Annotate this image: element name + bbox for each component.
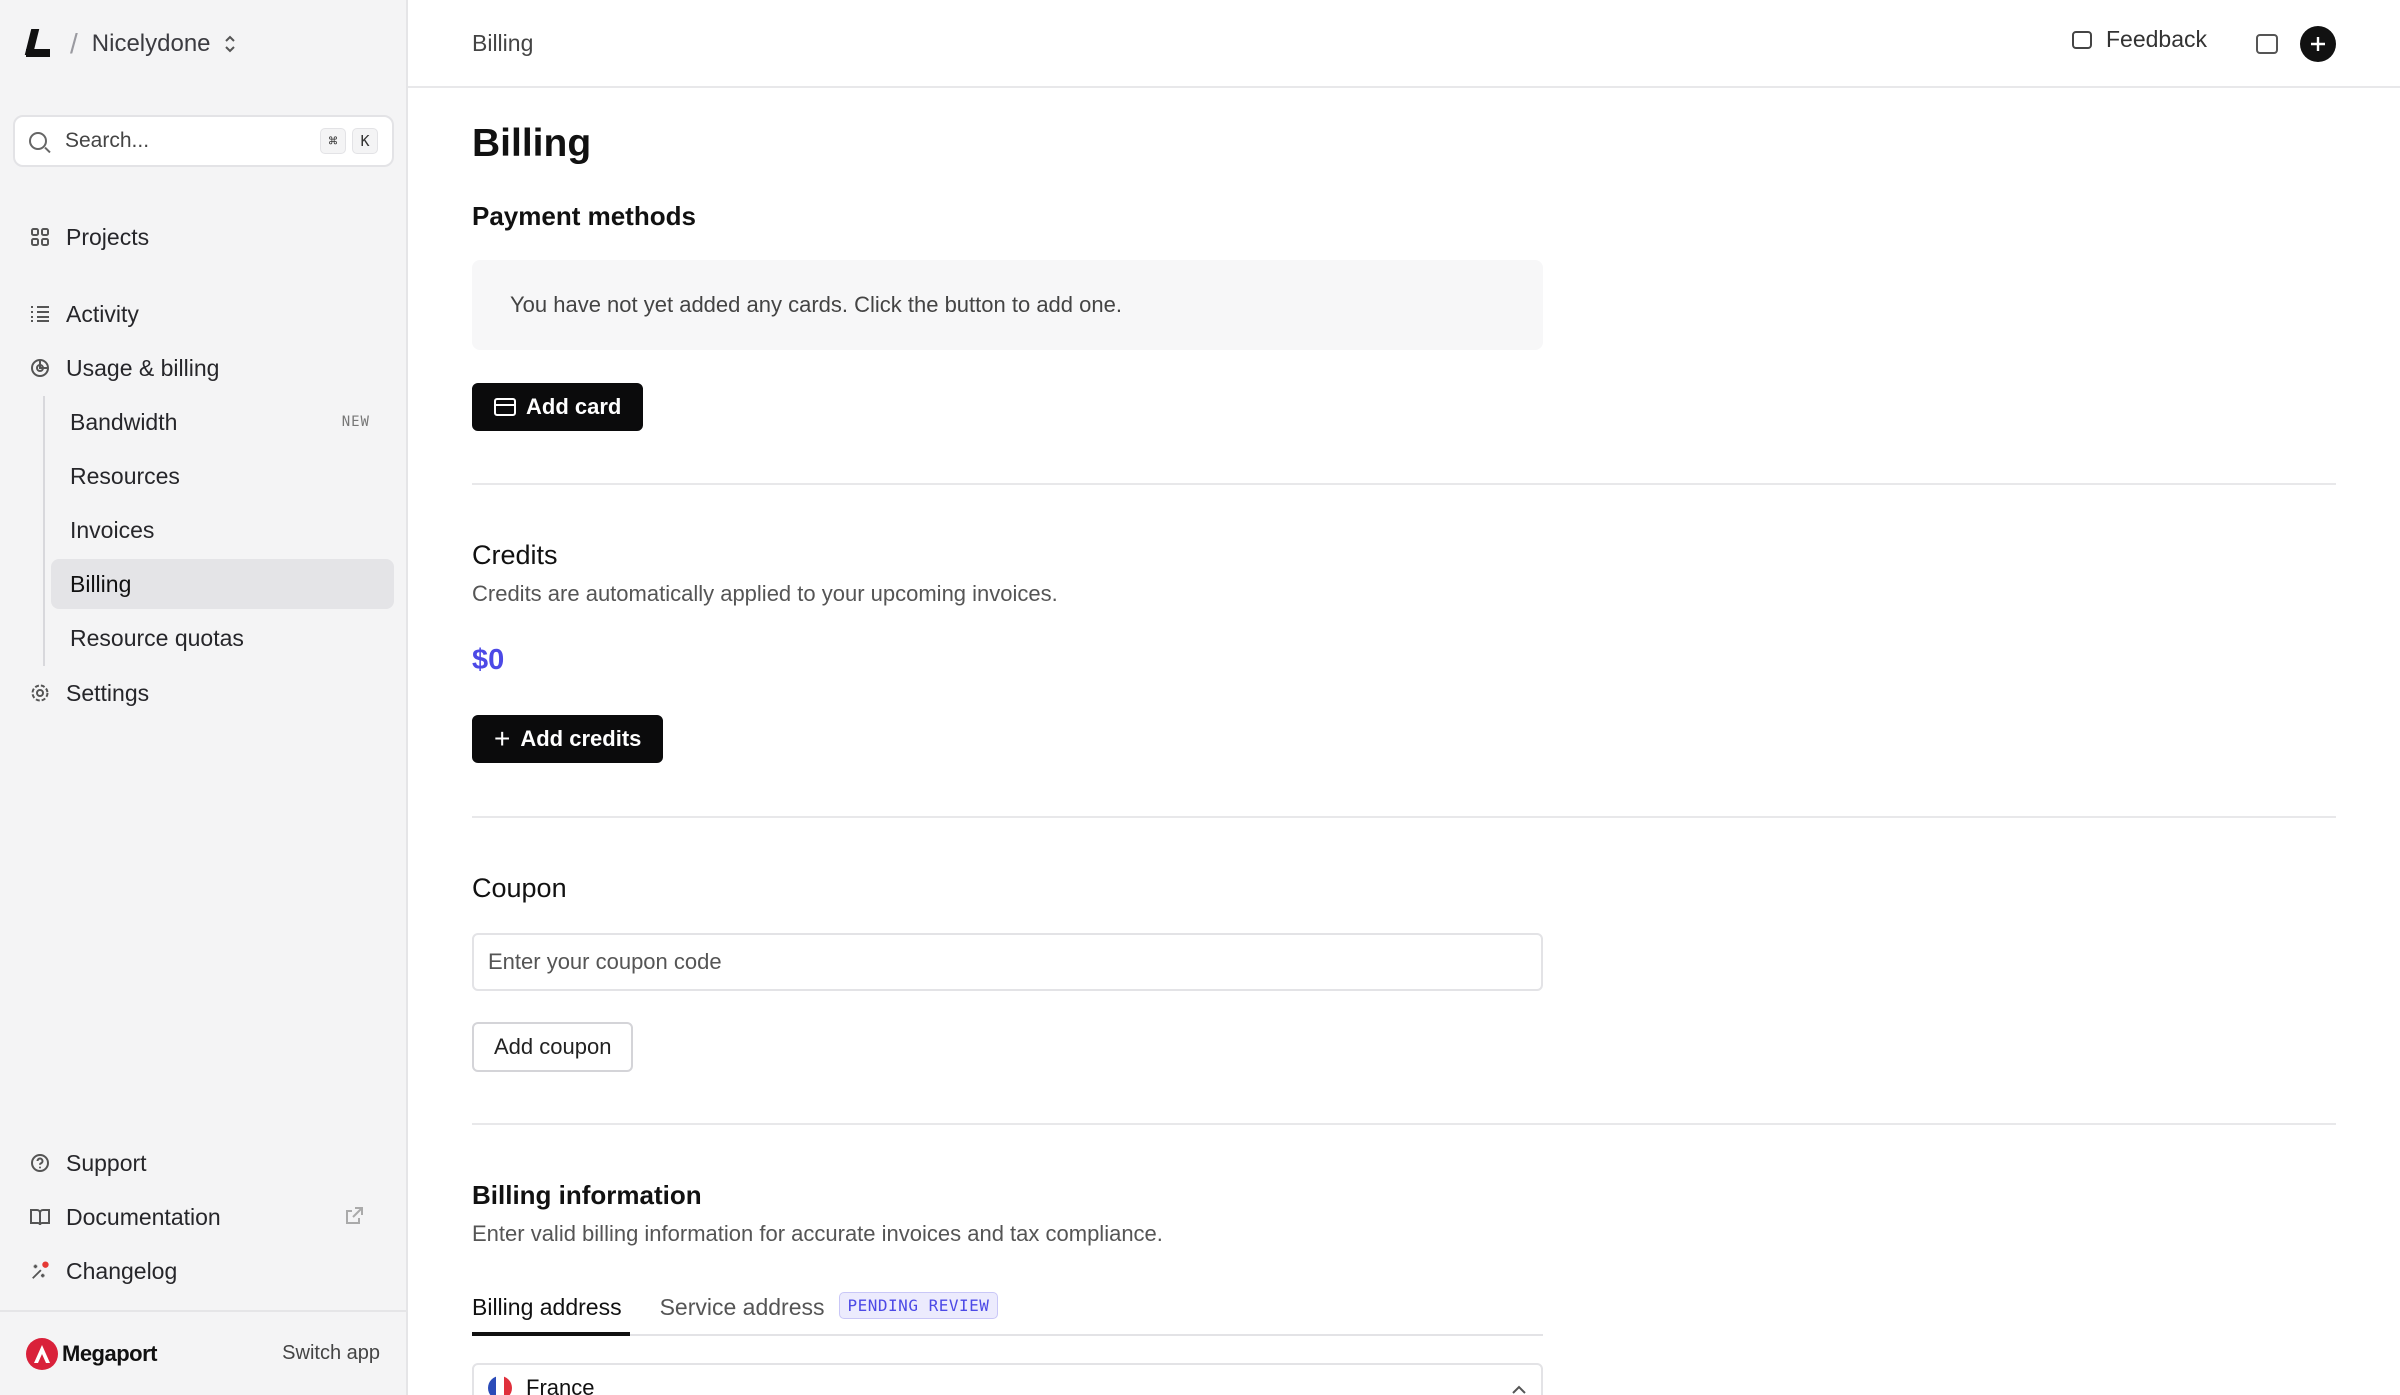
sidebar-item-label: Billing — [70, 570, 132, 597]
page-title: Billing — [472, 122, 592, 165]
book-icon — [30, 1207, 50, 1227]
sidebar: / Nicelydone Search... ⌘ K Projects Acti… — [0, 0, 408, 1395]
france-flag-icon — [488, 1376, 512, 1395]
tab-label: Billing address — [472, 1294, 622, 1320]
brand-name: Megaport — [62, 1340, 158, 1366]
sidebar-item-settings[interactable]: Settings — [30, 673, 149, 713]
country-select[interactable]: France — [472, 1363, 1543, 1395]
credit-card-icon — [494, 398, 516, 416]
add-coupon-label: Add coupon — [494, 1034, 612, 1059]
tab-label: Service address — [659, 1294, 825, 1320]
billing-information-description: Enter valid billing information for accu… — [472, 1221, 1163, 1246]
chevron-up-down-icon — [223, 34, 237, 54]
sidebar-item-label: Settings — [66, 679, 150, 706]
shortcut-cmd-key: ⌘ — [320, 128, 346, 154]
sidebar-item-projects[interactable]: Projects — [30, 217, 149, 257]
grid-icon — [30, 227, 50, 247]
divider — [472, 483, 2336, 485]
message-icon — [2072, 30, 2092, 49]
coupon-code-input[interactable] — [472, 933, 1543, 991]
sidebar-item-bandwidth[interactable]: Bandwidth NEW — [51, 397, 394, 447]
shortcut-k-key: K — [352, 128, 378, 154]
chevron-up-icon — [1511, 1375, 1527, 1395]
list-icon — [30, 304, 50, 324]
add-card-button[interactable]: Add card — [472, 383, 644, 431]
sidebar-item-label: Usage & billing — [66, 354, 220, 381]
add-card-label: Add card — [526, 394, 622, 419]
submenu-guide-line — [43, 396, 45, 666]
search-placeholder: Search... — [65, 129, 150, 152]
sidebar-item-changelog[interactable]: Changelog — [30, 1251, 177, 1291]
empty-cards-message: You have not yet added any cards. Click … — [472, 260, 1543, 350]
country-value: France — [526, 1375, 595, 1395]
sidebar-item-label: Projects — [66, 223, 150, 250]
breadcrumb-separator: / — [70, 28, 78, 59]
sidebar-item-activity[interactable]: Activity — [30, 294, 139, 334]
search-icon — [29, 132, 47, 150]
sidebar-item-label: Bandwidth — [70, 408, 178, 435]
sidebar-item-label: Documentation — [66, 1203, 221, 1230]
sidebar-item-label: Resources — [70, 462, 180, 489]
payment-methods-heading: Payment methods — [472, 201, 696, 231]
sidebar-item-support[interactable]: Support — [30, 1143, 147, 1183]
billing-information-heading: Billing information — [472, 1180, 702, 1210]
megaport-logo-icon — [26, 1337, 58, 1370]
feedback-button[interactable]: Feedback — [2072, 26, 2207, 53]
sidebar-item-resource-quotas[interactable]: Resource quotas — [51, 613, 394, 663]
sidebar-item-documentation[interactable]: Documentation — [30, 1197, 221, 1237]
credits-description: Credits are automatically applied to you… — [472, 581, 1058, 606]
search-input[interactable]: Search... ⌘ K — [13, 115, 394, 167]
add-credits-label: Add credits — [520, 726, 642, 751]
pending-review-badge: PENDING REVIEW — [838, 1292, 999, 1319]
sidebar-item-billing[interactable]: Billing — [51, 559, 394, 609]
inbox-icon[interactable] — [2256, 34, 2278, 54]
org-name: Nicelydone — [91, 30, 211, 57]
credits-amount: $0 — [472, 644, 505, 676]
add-coupon-button[interactable]: Add coupon — [472, 1022, 634, 1072]
external-link-icon — [344, 1206, 364, 1226]
help-circle-icon — [30, 1153, 50, 1173]
sidebar-item-usage-billing[interactable]: Usage & billing — [30, 348, 219, 388]
sparkle-icon — [30, 1261, 50, 1281]
switch-app-link[interactable]: Switch app — [282, 1342, 380, 1365]
feedback-label: Feedback — [2106, 26, 2208, 52]
add-credits-button[interactable]: + Add credits — [472, 715, 664, 763]
sidebar-item-invoices[interactable]: Invoices — [51, 505, 394, 555]
sidebar-item-label: Activity — [66, 300, 139, 327]
app-logo-icon — [24, 27, 52, 61]
coupon-heading: Coupon — [472, 873, 567, 903]
credits-heading: Credits — [472, 540, 558, 570]
sidebar-footer: Megaport Switch app — [0, 1310, 406, 1395]
create-button[interactable] — [2300, 26, 2336, 62]
new-badge: NEW — [341, 414, 370, 430]
org-switcher[interactable]: / Nicelydone — [24, 22, 237, 66]
tab-service-address[interactable]: Service address PENDING REVIEW — [660, 1288, 999, 1334]
plus-icon: + — [494, 723, 511, 754]
sidebar-item-label: Support — [66, 1149, 147, 1176]
top-bar: Billing Feedback — [408, 0, 2400, 88]
sidebar-item-label: Changelog — [66, 1257, 178, 1284]
chart-pie-icon — [30, 358, 50, 378]
address-tabs: Billing address Service address PENDING … — [472, 1288, 1543, 1336]
sidebar-item-label: Invoices — [70, 516, 155, 543]
divider — [472, 1123, 2336, 1125]
gear-icon — [30, 683, 50, 703]
sidebar-item-resources[interactable]: Resources — [51, 451, 394, 501]
tab-billing-address[interactable]: Billing address — [472, 1288, 630, 1336]
empty-cards-text: You have not yet added any cards. Click … — [510, 292, 1122, 317]
sidebar-item-label: Resource quotas — [70, 624, 244, 651]
breadcrumb[interactable]: Billing — [472, 30, 533, 57]
divider — [472, 816, 2336, 818]
